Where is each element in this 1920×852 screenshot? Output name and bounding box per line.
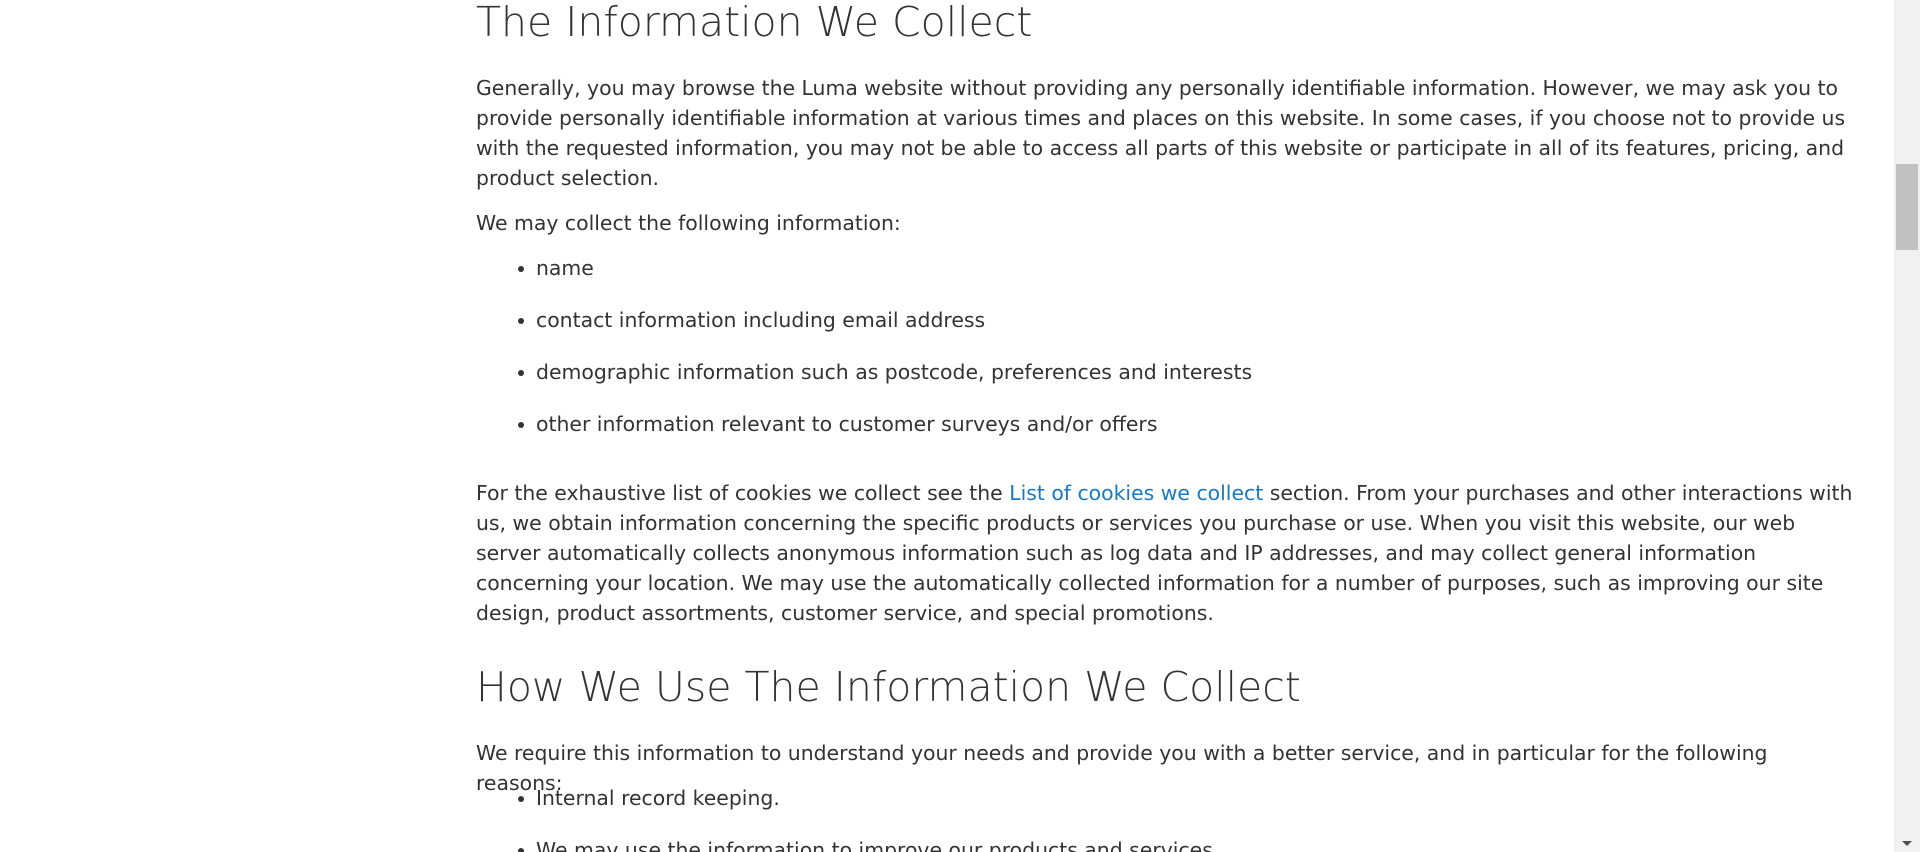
section-heading-information-we-collect: The Information We Collect bbox=[476, 0, 1033, 46]
list-item: We may use the information to improve ou… bbox=[476, 835, 1219, 852]
list-of-cookies-link[interactable]: List of cookies we collect bbox=[1009, 481, 1263, 505]
list-item: contact information including email addr… bbox=[476, 305, 1252, 335]
list-item: name bbox=[476, 253, 1252, 283]
list-item: demographic information such as postcode… bbox=[476, 357, 1252, 387]
vertical-scrollbar[interactable] bbox=[1894, 0, 1920, 852]
list-item: other information relevant to customer s… bbox=[476, 409, 1252, 439]
cookies-paragraph: For the exhaustive list of cookies we co… bbox=[476, 478, 1856, 628]
privacy-policy-page: The Information We Collect Generally, yo… bbox=[0, 0, 1894, 852]
information-collect-intro: Generally, you may browse the Luma websi… bbox=[476, 76, 1846, 190]
scrollbar-thumb[interactable] bbox=[1896, 164, 1918, 250]
usage-reasons-list: Internal record keeping. We may use the … bbox=[476, 783, 1219, 852]
list-item: Internal record keeping. bbox=[476, 783, 1219, 813]
cookies-text-before: For the exhaustive list of cookies we co… bbox=[476, 481, 1010, 505]
collect-list-intro: We may collect the following information… bbox=[476, 211, 901, 235]
collected-information-list: name contact information including email… bbox=[476, 253, 1252, 439]
section-heading-how-we-use: How We Use The Information We Collect bbox=[476, 663, 1301, 711]
scroll-down-arrow-icon[interactable] bbox=[1894, 835, 1920, 852]
